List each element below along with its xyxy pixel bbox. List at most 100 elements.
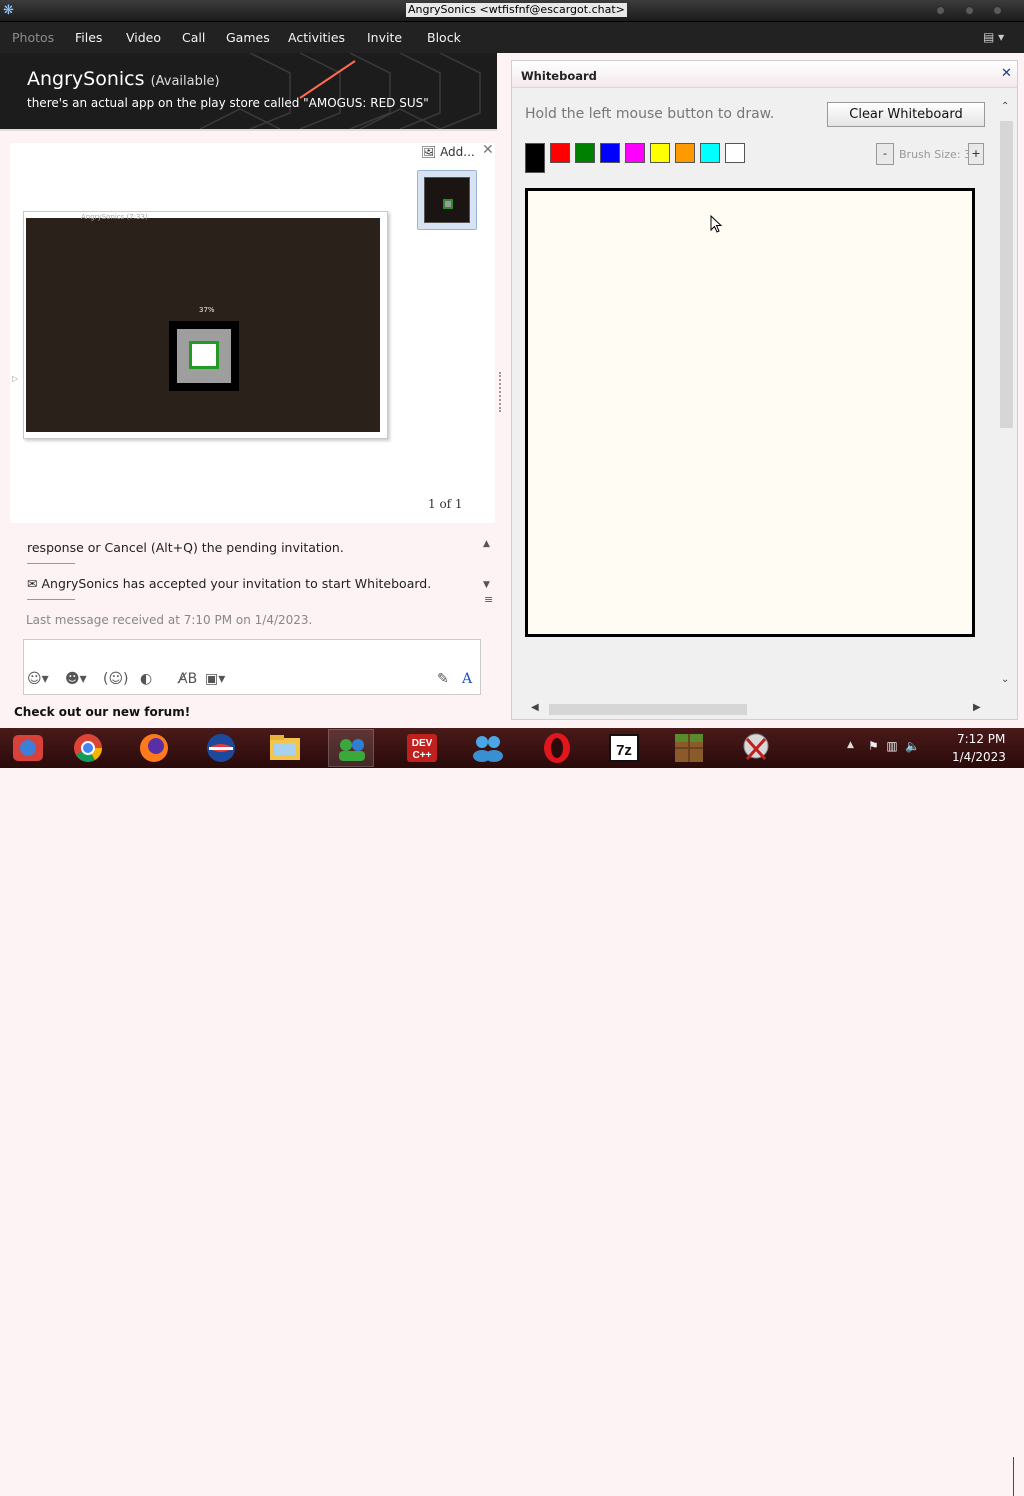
taskbar-escargot-icon[interactable] [328, 729, 374, 767]
forum-link[interactable]: Check out our new forum! [14, 705, 190, 719]
horizontal-scroll-thumb[interactable] [549, 704, 747, 715]
taskbar-photos-viewer-icon[interactable] [5, 729, 51, 767]
scroll-left-icon[interactable]: ◀ [531, 702, 539, 713]
font-icon[interactable]: A [462, 671, 472, 687]
voice-clip-icon[interactable]: ◐ [140, 671, 152, 687]
contact-profile-header: AngrySonics (Available) there's an actua… [0, 53, 497, 129]
header-decoration [199, 53, 481, 129]
contact-status: (Available) [150, 74, 220, 89]
emoticon-icon[interactable]: ☺▾ [27, 671, 49, 687]
color-swatch-orange[interactable] [675, 143, 695, 163]
contact-name: AngrySonics (Available) [27, 68, 220, 90]
scroll-down-icon[interactable]: ⌄ [1001, 674, 1009, 685]
handwriting-icon[interactable]: ✎ [437, 671, 449, 687]
color-swatch-blue[interactable] [600, 143, 620, 163]
close-button[interactable] [993, 6, 1002, 15]
whiteboard-header: Whiteboard ✕ [512, 61, 1017, 88]
brush-size-decrease-button[interactable]: - [876, 143, 894, 165]
clock-date[interactable]: 1/4/2023 [952, 750, 1006, 764]
brush-size-label: Brush Size: 3 [899, 148, 972, 161]
title-bar: ❋ AngrySonics <wtfisfnf@escargot.chat> [0, 0, 1024, 22]
color-swatch-cyan[interactable] [700, 143, 720, 163]
taskbar-file-explorer-icon[interactable] [262, 729, 308, 767]
menu-files[interactable]: Files [75, 30, 102, 45]
network-icon[interactable]: ▥ [886, 739, 897, 753]
background-icon[interactable]: ▣▾ [205, 671, 225, 687]
messenger-app-icon[interactable]: ❋ [3, 3, 14, 18]
shared-photo[interactable]: AngrySonics (7:33) 37% [23, 211, 388, 439]
compose-toolbar: ☺▾ ☻▾ (☺) ◐ A̸B ▣▾ ✎ A [23, 666, 481, 695]
taskbar-opera-icon[interactable] [534, 729, 580, 767]
menu-block[interactable]: Block [427, 30, 461, 45]
whiteboard-hint: Hold the left mouse button to draw. [525, 106, 775, 122]
menu-call[interactable]: Call [182, 30, 205, 45]
color-swatch-red[interactable] [550, 143, 570, 163]
contact-display-name: AngrySonics [27, 68, 145, 90]
clear-whiteboard-button[interactable]: Clear Whiteboard [827, 102, 985, 127]
system-tray: ⚑ ▥ 🔈 [868, 739, 920, 753]
panel-resize-grip[interactable] [499, 372, 503, 412]
photo-box [169, 321, 239, 391]
color-swatch-black[interactable] [525, 143, 545, 173]
menu-games[interactable]: Games [226, 30, 270, 45]
expand-arrow-icon[interactable]: ▷ [12, 374, 18, 383]
photo-box-inner [189, 341, 219, 369]
color-swatch-yellow[interactable] [650, 143, 670, 163]
brush-size-increase-button[interactable]: + [968, 143, 984, 165]
photo-box-mid [177, 329, 231, 383]
vertical-scrollbar[interactable]: ⌃ ⌄ [998, 101, 1015, 687]
taskbar-firefox-icon[interactable] [131, 729, 177, 767]
thumbnail-image [424, 177, 470, 223]
nudge-icon[interactable]: (☺) [103, 671, 129, 687]
personal-message: there's an actual app on the play store … [27, 96, 429, 110]
scroll-right-icon[interactable]: ▶ [973, 702, 981, 713]
taskbar-7zip-icon[interactable]: 7z [601, 729, 647, 767]
vertical-scroll-thumb[interactable] [1000, 121, 1013, 428]
chat-message-2-text: AngrySonics has accepted your invitation… [41, 576, 432, 591]
chat-message-2: ✉ AngrySonics has accepted your invitati… [27, 576, 431, 591]
taskbar-devcpp-icon[interactable]: DEV C++ [399, 729, 445, 767]
scroll-up-icon[interactable]: ⌃ [1001, 101, 1009, 112]
drawing-canvas[interactable] [525, 188, 975, 637]
envelope-icon: ✉ [27, 576, 38, 591]
close-photos-icon[interactable]: ✕ [482, 142, 494, 158]
whiteboard-close-icon[interactable]: ✕ [1001, 66, 1012, 81]
taskbar-snipping-tool-icon[interactable] [733, 729, 779, 767]
chat-scroll-down-icon[interactable]: ▼ [483, 580, 490, 590]
color-swatch-magenta[interactable] [625, 143, 645, 163]
menu-activities[interactable]: Activities [288, 30, 345, 45]
window-title: AngrySonics <wtfisfnf@escargot.chat> [406, 3, 627, 17]
taskbar-minecraft-icon[interactable] [666, 729, 712, 767]
add-photo-button[interactable]: 🖼 Add... [421, 145, 475, 159]
menu-bar: Photos Files Video Call Games Activities… [0, 22, 1024, 53]
horizontal-scrollbar[interactable]: ◀ ▶ [525, 702, 985, 718]
maximize-button[interactable] [965, 6, 974, 15]
color-swatch-green[interactable] [575, 143, 595, 163]
menu-video[interactable]: Video [126, 30, 161, 45]
tray-overflow-icon[interactable]: ▲ [847, 740, 854, 750]
svg-text:7z: 7z [616, 742, 632, 759]
svg-text:DEV: DEV [412, 738, 433, 749]
action-center-flag-icon[interactable]: ⚑ [868, 739, 879, 753]
wink-icon[interactable]: ☻▾ [65, 671, 87, 687]
chat-scroll-up-icon[interactable]: ▲ [483, 539, 490, 549]
whiteboard-panel: Whiteboard ✕ Hold the left mouse button … [511, 60, 1018, 720]
add-photo-label: Add... [440, 145, 475, 159]
menu-photos[interactable]: Photos [12, 30, 54, 45]
minimize-button[interactable] [936, 6, 945, 15]
photo-thumbnail[interactable] [417, 170, 477, 230]
chat-message-1: response or Cancel (Alt+Q) the pending i… [27, 540, 344, 555]
taskbar-chrome-icon[interactable] [65, 729, 111, 767]
show-desktop-button[interactable] [1013, 1457, 1024, 1496]
taskbar-messenger-icon[interactable] [465, 729, 511, 767]
taskbar-opera-gx-icon[interactable] [198, 729, 244, 767]
chat-separator [27, 563, 75, 564]
last-message-info: Last message received at 7:10 PM on 1/4/… [26, 613, 313, 627]
color-swatch-white[interactable] [725, 143, 745, 163]
clock-time[interactable]: 7:12 PM [957, 732, 1005, 746]
menu-invite[interactable]: Invite [367, 30, 402, 45]
volume-icon[interactable]: 🔈 [905, 739, 920, 753]
chat-expand-icon[interactable]: ≡ [484, 593, 493, 606]
spell-check-icon[interactable]: A̸B [178, 671, 197, 687]
options-menu-icon[interactable]: ▤ ▾ [983, 30, 1004, 44]
